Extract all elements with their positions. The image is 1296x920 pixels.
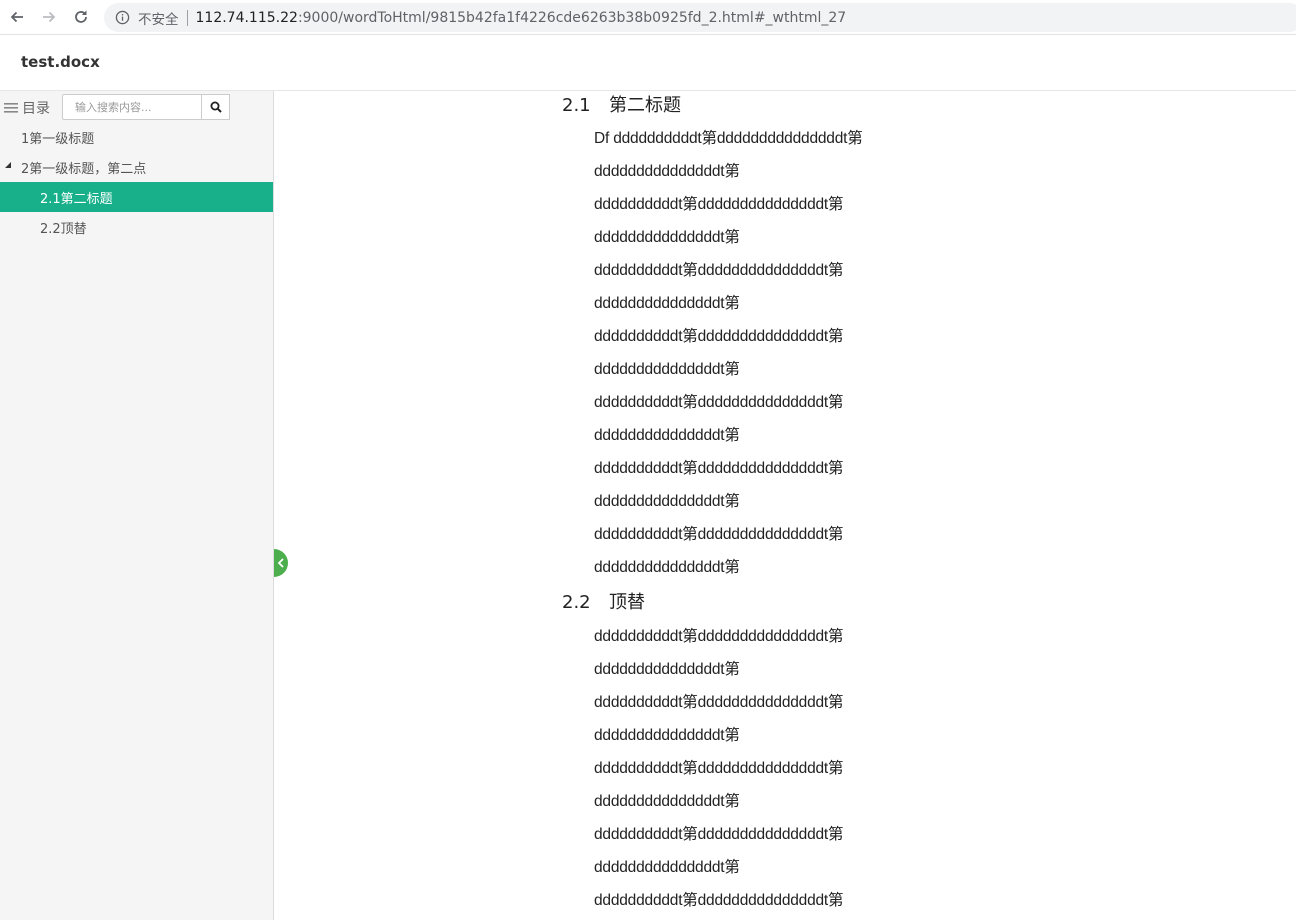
toc-item-1[interactable]: 1第一级标题 <box>0 122 273 152</box>
search-icon <box>210 101 222 113</box>
back-button[interactable] <box>5 5 29 29</box>
app-header: test.docx <box>0 36 1296 91</box>
reload-icon <box>75 10 87 23</box>
url-path: :9000/wordToHtml/9815b42fa1f4226cde6263b… <box>297 9 847 26</box>
paragraph-line: dddddddddddddddt第 <box>594 361 740 378</box>
url-host: 112.74.115.22 <box>195 9 298 26</box>
toc-item-2[interactable]: 2第一级标题，第二点 <box>0 152 273 182</box>
toc-item-2-2[interactable]: 2.2顶替 <box>0 212 273 242</box>
address-bar[interactable]: 不安全 112.74.115.22:9000/wordToHtml/9815b4… <box>104 3 1296 32</box>
list-icon <box>4 103 18 113</box>
paragraph-line: ddddddddddt第dddddddddddddddt第 <box>594 694 844 711</box>
browser-toolbar: 不安全 112.74.115.22:9000/wordToHtml/9815b4… <box>0 0 1296 35</box>
reload-button[interactable] <box>69 5 93 29</box>
insecure-label: 不安全 <box>138 11 179 28</box>
section-heading: 2.1 第二标题 <box>562 91 681 117</box>
paragraph-line: dddddddddddddddt第 <box>594 427 740 444</box>
toc-item-label: 2第一级标题，第二点 <box>21 161 147 177</box>
toc-item-label: 2.1第二标题 <box>40 191 113 207</box>
section-number: 2.2 <box>562 592 591 613</box>
toc-item-label: 1第一级标题 <box>21 131 95 147</box>
paragraph-line: ddddddddddt第dddddddddddddddt第 <box>594 460 844 477</box>
toc-search-input[interactable] <box>62 94 202 120</box>
document-body: 2.1 第二标题 Df ddddddddddt第dddddddddddddddt第… <box>275 91 1296 920</box>
paragraph-line: Df ddddddddddt第dddddddddddddddt第 <box>594 130 863 147</box>
paragraph-line: dddddddddddddddt第 <box>594 661 740 678</box>
forward-button[interactable] <box>37 5 61 29</box>
toc-list: 1第一级标题 2第一级标题，第二点 2.1第二标题 2.2顶替 <box>0 122 273 242</box>
paragraph-line: ddddddddddt第dddddddddddddddt第 <box>594 328 844 345</box>
paragraph-line: dddddddddddddddt第 <box>594 493 740 510</box>
paragraph-line: dddddddddddddddt第 <box>594 727 740 744</box>
paragraph-line: dddddddddddddddt第 <box>594 229 740 246</box>
paragraph-line: ddddddddddt第dddddddddddddddt第 <box>594 760 844 777</box>
paragraph-line: ddddddddddt第dddddddddddddddt第 <box>594 262 844 279</box>
info-icon[interactable] <box>114 10 130 26</box>
paragraph-line: ddddddddddt第dddddddddddddddt第 <box>594 196 844 213</box>
document-title: test.docx <box>21 53 100 71</box>
section-number: 2.1 <box>562 95 591 116</box>
toc-label: 目录 <box>22 101 50 117</box>
section-title: 顶替 <box>609 592 645 613</box>
address-separator <box>186 9 188 26</box>
paragraph-line: dddddddddddddddt第 <box>594 295 740 312</box>
paragraph-line: dddddddddddddddt第 <box>594 859 740 876</box>
paragraph-line: dddddddddddddddt第 <box>594 793 740 810</box>
search-button[interactable] <box>201 94 230 120</box>
arrow-right-icon <box>43 11 56 23</box>
toc-header[interactable]: 目录 <box>4 96 50 120</box>
section-heading: 2.2 顶替 <box>562 588 645 614</box>
paragraph-line: dddddddddddddddt第 <box>594 163 740 180</box>
paragraph-line: ddddddddddt第dddddddddddddddt第 <box>594 826 844 843</box>
toc-sidebar: 目录 1第一级标题 2第一级标题，第二点 2.1第二标题 2.2顶替 <box>0 91 274 920</box>
caret-expanded-icon[interactable] <box>4 161 12 169</box>
arrow-left-icon <box>10 11 23 23</box>
toc-item-label: 2.2顶替 <box>40 221 87 237</box>
toc-item-2-1[interactable]: 2.1第二标题 <box>0 182 273 212</box>
section-title: 第二标题 <box>609 95 681 116</box>
paragraph-line: ddddddddddt第dddddddddddddddt第 <box>594 526 844 543</box>
paragraph-line: ddddddddddt第dddddddddddddddt第 <box>594 892 844 909</box>
paragraph-line: ddddddddddt第dddddddddddddddt第 <box>594 394 844 411</box>
paragraph-line: ddddddddddt第dddddddddddddddt第 <box>594 628 844 645</box>
paragraph-line: dddddddddddddddt第 <box>594 559 740 576</box>
